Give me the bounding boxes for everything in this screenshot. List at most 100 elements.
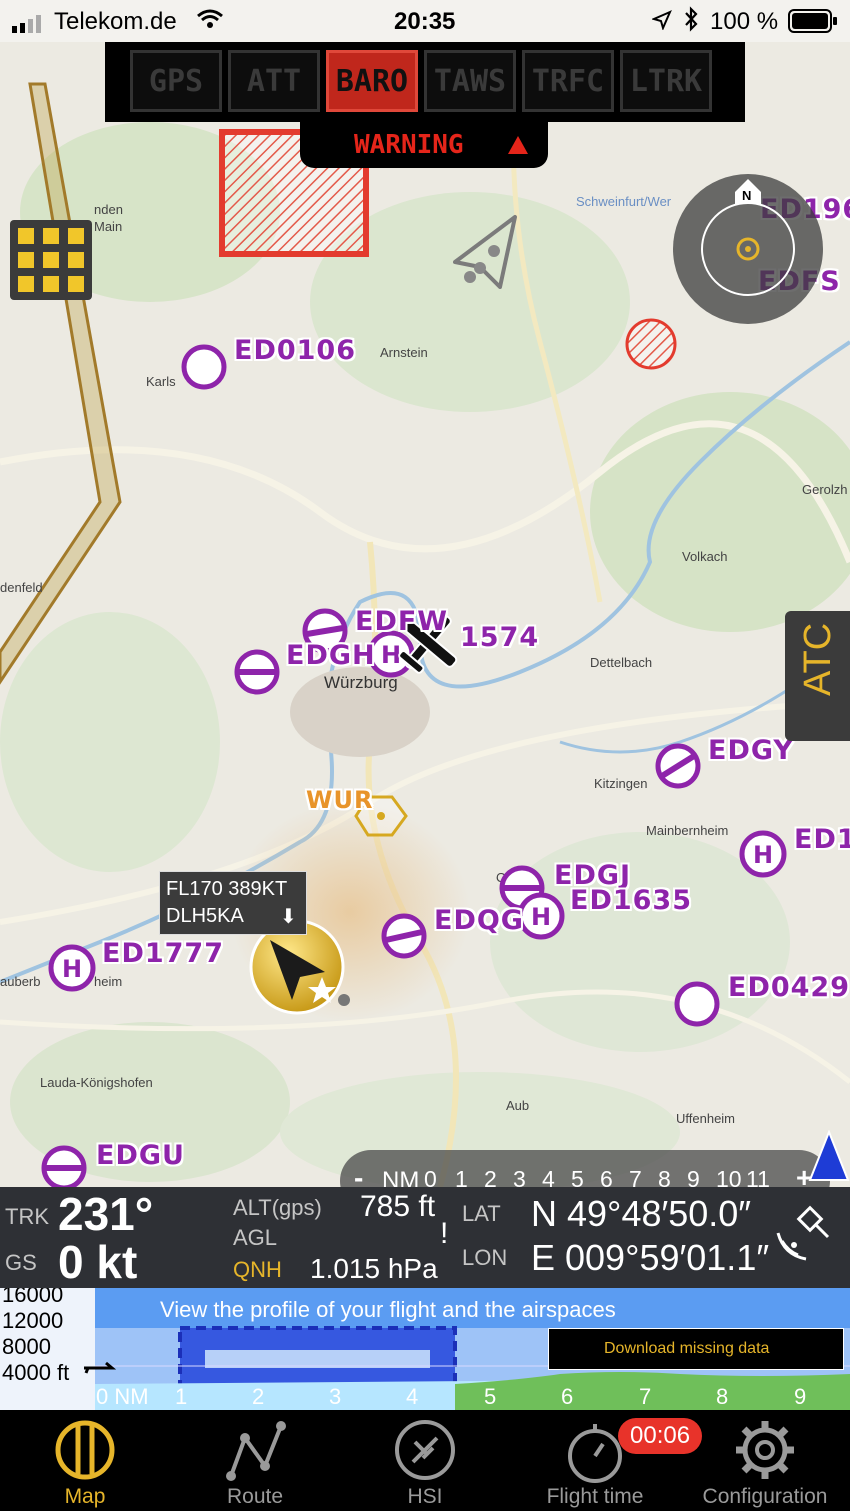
grid-icon	[43, 252, 59, 268]
scale-tick: 0	[424, 1166, 437, 1187]
scale-tick: 2	[484, 1166, 497, 1187]
lon-value: E 009°59′01.1″	[531, 1237, 770, 1278]
airport-label[interactable]: ED1777	[102, 938, 224, 969]
route-icon	[226, 1421, 286, 1481]
gs-value: 0 kt	[58, 1236, 138, 1288]
scale-tick: 9	[687, 1166, 700, 1187]
gs-label: GS	[5, 1250, 37, 1275]
scale-tick: 3	[513, 1166, 526, 1187]
alt-tick: 8000	[2, 1334, 51, 1359]
map-view[interactable]: Arnstein Karls Volkach Dettelbach Würzbu…	[0, 42, 850, 1187]
distance-tick: 8	[716, 1384, 729, 1409]
town-label: Aub	[506, 1098, 530, 1113]
traffic-label[interactable]: FL170 389KT DLH5KA ⬇	[159, 871, 307, 935]
tab-flight-time[interactable]: 00:06 Flight time	[510, 1410, 703, 1511]
grid-icon	[68, 276, 84, 292]
sensor-trfc[interactable]: TRFC	[522, 50, 614, 112]
airport-label[interactable]: 1574	[460, 622, 539, 653]
sensor-att[interactable]: ATT	[228, 50, 320, 112]
battery-percent: 100 %	[710, 8, 779, 35]
airport-label[interactable]: EDGU	[96, 1140, 185, 1171]
town-label: Karls	[146, 374, 176, 389]
tab-route[interactable]: Route	[170, 1410, 340, 1511]
lon-label: LON	[462, 1245, 508, 1270]
town-label: Schweinfurt/Wer	[576, 194, 672, 209]
alt-tick: 4000 ft	[2, 1360, 70, 1385]
gps-satellite-icon	[776, 1205, 830, 1261]
scale-tick: 7	[629, 1166, 642, 1187]
download-missing-data-button[interactable]: Download missing data	[548, 1328, 844, 1370]
distance-tick: 1	[175, 1384, 188, 1409]
sensor-taws[interactable]: TAWS	[424, 50, 516, 112]
gear-icon	[736, 1421, 794, 1479]
vertical-profile[interactable]: View the profile of your flight and the …	[0, 1288, 850, 1410]
town-label: Mainbernheim	[646, 823, 729, 838]
navaid-label[interactable]: WUR	[306, 786, 373, 814]
lat-label: LAT	[462, 1201, 501, 1226]
carrier-label: Telekom.de	[54, 8, 177, 35]
airport-label[interactable]: ED0429	[728, 972, 850, 1003]
warning-triangle-icon	[508, 136, 528, 154]
tab-map-label: Map	[64, 1485, 106, 1508]
agl-alert: !	[440, 1217, 449, 1250]
aircraft-profile-icon	[84, 1361, 116, 1374]
tab-map[interactable]: Map	[0, 1410, 170, 1511]
airport-label[interactable]: ED0106	[234, 335, 356, 366]
scale-tick: 8	[658, 1166, 671, 1187]
qnh-label: QNH	[233, 1257, 282, 1282]
tab-configuration[interactable]: Configuration	[680, 1410, 850, 1511]
sensor-ltrk[interactable]: LTRK	[620, 50, 712, 112]
traffic-flight-level: FL170 389KT	[166, 878, 288, 900]
grid-icon	[68, 228, 84, 244]
distance-tick: 5	[484, 1384, 497, 1409]
map-icon	[55, 1420, 115, 1480]
traffic-callsign: DLH5KA	[166, 905, 244, 927]
airport-label[interactable]: EDQG	[434, 905, 524, 936]
airport-label[interactable]: ED1635	[570, 885, 692, 916]
tab-hsi-label: HSI	[407, 1485, 443, 1508]
grid-menu-button[interactable]	[10, 220, 92, 300]
airport-label[interactable]: EDGY	[708, 735, 794, 766]
airport-label[interactable]: EDGH	[286, 640, 376, 671]
profile-message: View the profile of your flight and the …	[160, 1297, 616, 1322]
atc-tab[interactable]: ATC	[785, 611, 850, 741]
town-label: nden	[94, 202, 123, 217]
compass-rose[interactable]: N	[673, 174, 823, 324]
hsi-icon	[395, 1420, 455, 1480]
alt-label: ALT(gps)	[233, 1195, 322, 1220]
distance-tick: 6	[561, 1384, 574, 1409]
tab-bar: Map Route HSI 00:06 Flight time Configur…	[0, 1410, 850, 1511]
tab-configuration-label: Configuration	[702, 1485, 828, 1508]
warning-banner[interactable]: WARNING	[300, 122, 548, 168]
bluetooth-icon	[683, 6, 699, 39]
trk-label: TRK	[5, 1204, 49, 1229]
scale-tick: 1	[455, 1166, 468, 1187]
zoom-out-button[interactable]: -	[354, 1162, 363, 1187]
trk-value: 231°	[58, 1188, 154, 1240]
battery-icon	[788, 9, 838, 40]
agl-label: AGL	[233, 1225, 278, 1250]
town-label: heim	[94, 974, 123, 989]
location-icon	[651, 9, 672, 37]
scale-tick: 4	[542, 1166, 555, 1187]
atc-tab-label: ATC	[797, 622, 839, 696]
sensor-baro[interactable]: BARO	[326, 50, 418, 112]
airport-label[interactable]: ED16	[794, 824, 850, 855]
tab-flight-time-label: Flight time	[546, 1485, 644, 1508]
flight-info-panel: TRK 231° GS 0 kt ALT(gps) 785 ft AGL ! Q…	[0, 1187, 850, 1288]
sensor-gps[interactable]: GPS	[130, 50, 222, 112]
town-label: Würzburg	[324, 673, 398, 692]
tab-route-label: Route	[226, 1485, 284, 1508]
grid-icon	[18, 276, 34, 292]
descending-arrow-icon: ⬇	[280, 906, 297, 928]
town-label: denfeld	[0, 580, 43, 595]
tab-hsi[interactable]: HSI	[340, 1410, 510, 1511]
town-label: Uffenheim	[676, 1111, 736, 1126]
wifi-icon	[196, 8, 224, 37]
town-label: Lauda-Königshofen	[40, 1075, 153, 1090]
airport-label[interactable]: EDFW	[355, 606, 448, 637]
scale-tick: 10	[716, 1166, 742, 1187]
map-scale-bar[interactable]: - NM 0 1 2 3 4 5 6 7 8 9 10 11 +	[340, 1150, 830, 1187]
town-label: Ochs	[496, 870, 527, 885]
grid-icon	[43, 276, 59, 292]
